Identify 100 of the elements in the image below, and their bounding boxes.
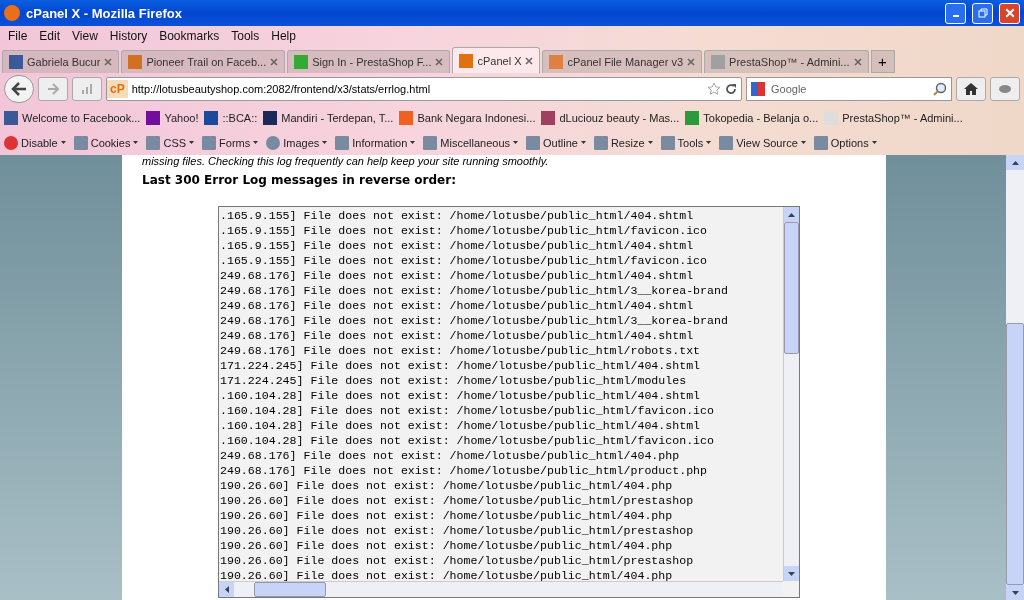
right-arrow-icon bbox=[47, 83, 59, 95]
log-line: 249.68.176] File does not exist: /home/lotusbe/public_html/3__korea-brand bbox=[220, 283, 729, 298]
toolbar-icon bbox=[660, 135, 675, 150]
tab-label: Gabriela Bucur bbox=[27, 56, 101, 68]
toolbar-icon bbox=[335, 135, 350, 150]
error-log-textarea[interactable] bbox=[218, 206, 800, 598]
toolbar-menu-button[interactable]: View Source bbox=[719, 135, 806, 150]
toolbar-menu-button[interactable]: Images bbox=[266, 135, 328, 150]
bookmark-link[interactable]: PrestaShop™ - Admini... bbox=[824, 110, 963, 125]
log-line: .165.9.155] File does not exist: /home/lotusbe/public_html/favicon.ico bbox=[220, 223, 709, 238]
bookmark-link[interactable]: Mandiri - Terdepan, T... bbox=[263, 110, 394, 125]
bookmark-icon bbox=[399, 110, 414, 125]
bookmark-link[interactable]: Tokopedia - Belanja o... bbox=[685, 110, 819, 125]
log-line: 249.68.176] File does not exist: /home/lotusbe/public_html/3__korea-brand bbox=[220, 313, 729, 328]
browser-tab[interactable]: Gabriela Bucur bbox=[2, 50, 120, 73]
menu-item[interactable]: Bookmarks bbox=[153, 29, 226, 43]
scrollbar-thumb[interactable] bbox=[1006, 323, 1024, 585]
toolbar-menu-button[interactable]: Tools bbox=[660, 135, 712, 150]
toolbar-menu-button[interactable]: Cookies bbox=[73, 135, 139, 150]
log-line: 249.68.176] File does not exist: /home/lotusbe/public_html/404.php bbox=[220, 448, 681, 463]
menu-item[interactable]: Tools bbox=[225, 29, 266, 43]
toolbar-menu-button[interactable]: Options bbox=[813, 135, 877, 150]
reload-icon[interactable] bbox=[725, 83, 737, 95]
caret-icon bbox=[410, 141, 416, 144]
restore-button[interactable] bbox=[972, 2, 993, 24]
toolbar-icon bbox=[593, 135, 608, 150]
close-tab-icon[interactable] bbox=[525, 54, 534, 67]
left-arrow-icon bbox=[11, 82, 27, 96]
search-input[interactable]: Google bbox=[769, 82, 929, 96]
tab-label: cPanel X bbox=[477, 54, 522, 67]
browser-tab[interactable]: cPanel File Manager v3 bbox=[542, 50, 703, 73]
scroll-left-icon[interactable] bbox=[219, 582, 234, 597]
caret-icon bbox=[871, 141, 877, 144]
search-field[interactable]: Google bbox=[746, 77, 952, 101]
log-line: 249.68.176] File does not exist: /home/lotusbe/public_html/product.php bbox=[220, 463, 709, 478]
caret-icon bbox=[706, 141, 712, 144]
search-icon[interactable] bbox=[933, 82, 947, 96]
log-line: .160.104.28] File does not exist: /home/lotusbe/public_html/favicon.ico bbox=[220, 403, 715, 418]
scrollbar-thumb[interactable] bbox=[254, 582, 326, 597]
signal-bars-icon bbox=[81, 84, 93, 94]
menu-item[interactable]: View bbox=[66, 29, 104, 43]
log-line: 249.68.176] File does not exist: /home/lotusbe/public_html/404.shtml bbox=[220, 328, 695, 343]
browser-tab[interactable]: Sign In - PrestaShop F... bbox=[287, 50, 451, 73]
browser-tab[interactable]: PrestaShop™ - Admini... bbox=[704, 50, 869, 73]
favicon-icon bbox=[549, 55, 564, 69]
menu-item[interactable]: History bbox=[103, 29, 154, 43]
close-tab-icon[interactable] bbox=[853, 56, 862, 68]
log-line: 249.68.176] File does not exist: /home/lotusbe/public_html/robots.txt bbox=[220, 343, 702, 358]
menu-item[interactable]: File bbox=[2, 29, 34, 43]
close-tab-icon[interactable] bbox=[104, 56, 113, 68]
log-line: 190.26.60] File does not exist: /home/lotusbe/public_html/prestashop bbox=[220, 523, 695, 538]
close-tab-icon[interactable] bbox=[435, 56, 444, 68]
toolbar-menu-button[interactable]: Disable bbox=[4, 135, 66, 150]
bookmark-icon bbox=[263, 110, 278, 125]
toolbar-icon bbox=[266, 135, 281, 150]
log-line: .165.9.155] File does not exist: /home/lotusbe/public_html/404.shtml bbox=[220, 238, 695, 253]
bookmark-link[interactable]: Welcome to Facebook... bbox=[4, 110, 141, 125]
toolbar-menu-button[interactable]: Resize bbox=[593, 135, 653, 150]
caret-icon bbox=[189, 141, 195, 144]
caret-icon bbox=[647, 141, 653, 144]
log-line: .165.9.155] File does not exist: /home/lotusbe/public_html/favicon.ico bbox=[220, 253, 709, 268]
toolbar-icon bbox=[719, 135, 734, 150]
toolbar-menu-button[interactable]: Forms bbox=[202, 135, 259, 150]
scroll-up-icon[interactable] bbox=[784, 207, 799, 222]
menu-item[interactable]: Help bbox=[265, 29, 302, 43]
scrollbar-thumb[interactable] bbox=[784, 222, 799, 354]
browser-tab[interactable]: cPanel X bbox=[452, 47, 541, 73]
log-line: 190.26.60] File does not exist: /home/lotusbe/public_html/404.php bbox=[220, 478, 674, 493]
bookmark-link[interactable]: ::BCA:: bbox=[204, 110, 258, 125]
tab-label: PrestaShop™ - Admini... bbox=[729, 56, 850, 68]
close-icon bbox=[1004, 8, 1015, 18]
scroll-down-icon[interactable] bbox=[1006, 585, 1024, 600]
log-line: 190.26.60] File does not exist: /home/lotusbe/public_html/404.php bbox=[220, 538, 674, 553]
home-icon bbox=[964, 83, 978, 95]
restore-icon bbox=[977, 8, 988, 18]
address-field[interactable]: cP http://lotusbeautyshop.com:2082/frontend/x3/stats/errlog.html bbox=[106, 77, 742, 101]
bookmark-link[interactable]: Bank Negara Indonesi... bbox=[399, 110, 536, 125]
close-tab-icon[interactable] bbox=[687, 56, 696, 68]
toolbar-menu-button[interactable]: Information bbox=[335, 135, 416, 150]
log-line: .160.104.28] File does not exist: /home/lotusbe/public_html/404.shtml bbox=[220, 388, 702, 403]
home-button[interactable] bbox=[956, 77, 986, 101]
close-button[interactable] bbox=[999, 2, 1020, 24]
toolbar-menu-button[interactable]: Miscellaneous bbox=[423, 135, 519, 150]
scroll-down-icon[interactable] bbox=[784, 566, 799, 581]
browser-tab[interactable]: Pioneer Trail on Faceb... bbox=[121, 50, 286, 73]
log-heading: Last 300 Error Log messages in reverse order: bbox=[142, 173, 457, 187]
caret-icon bbox=[253, 141, 259, 144]
scroll-up-icon[interactable] bbox=[1006, 155, 1024, 170]
star-icon[interactable] bbox=[707, 82, 721, 96]
toolbar-menu-button[interactable]: Outline bbox=[526, 135, 586, 150]
minimize-button[interactable] bbox=[945, 2, 966, 24]
toolbar-menu-button[interactable]: CSS bbox=[146, 135, 195, 150]
back-button[interactable] bbox=[4, 75, 34, 103]
close-tab-icon[interactable] bbox=[270, 56, 279, 68]
bookmark-link[interactable]: Yahoo! bbox=[146, 110, 199, 125]
caret-icon bbox=[800, 141, 806, 144]
caret-icon bbox=[60, 141, 66, 144]
new-tab-button[interactable]: + bbox=[870, 50, 895, 73]
bookmark-link[interactable]: dLuciouz beauty - Mas... bbox=[541, 110, 680, 125]
menu-item[interactable]: Edit bbox=[33, 29, 67, 43]
